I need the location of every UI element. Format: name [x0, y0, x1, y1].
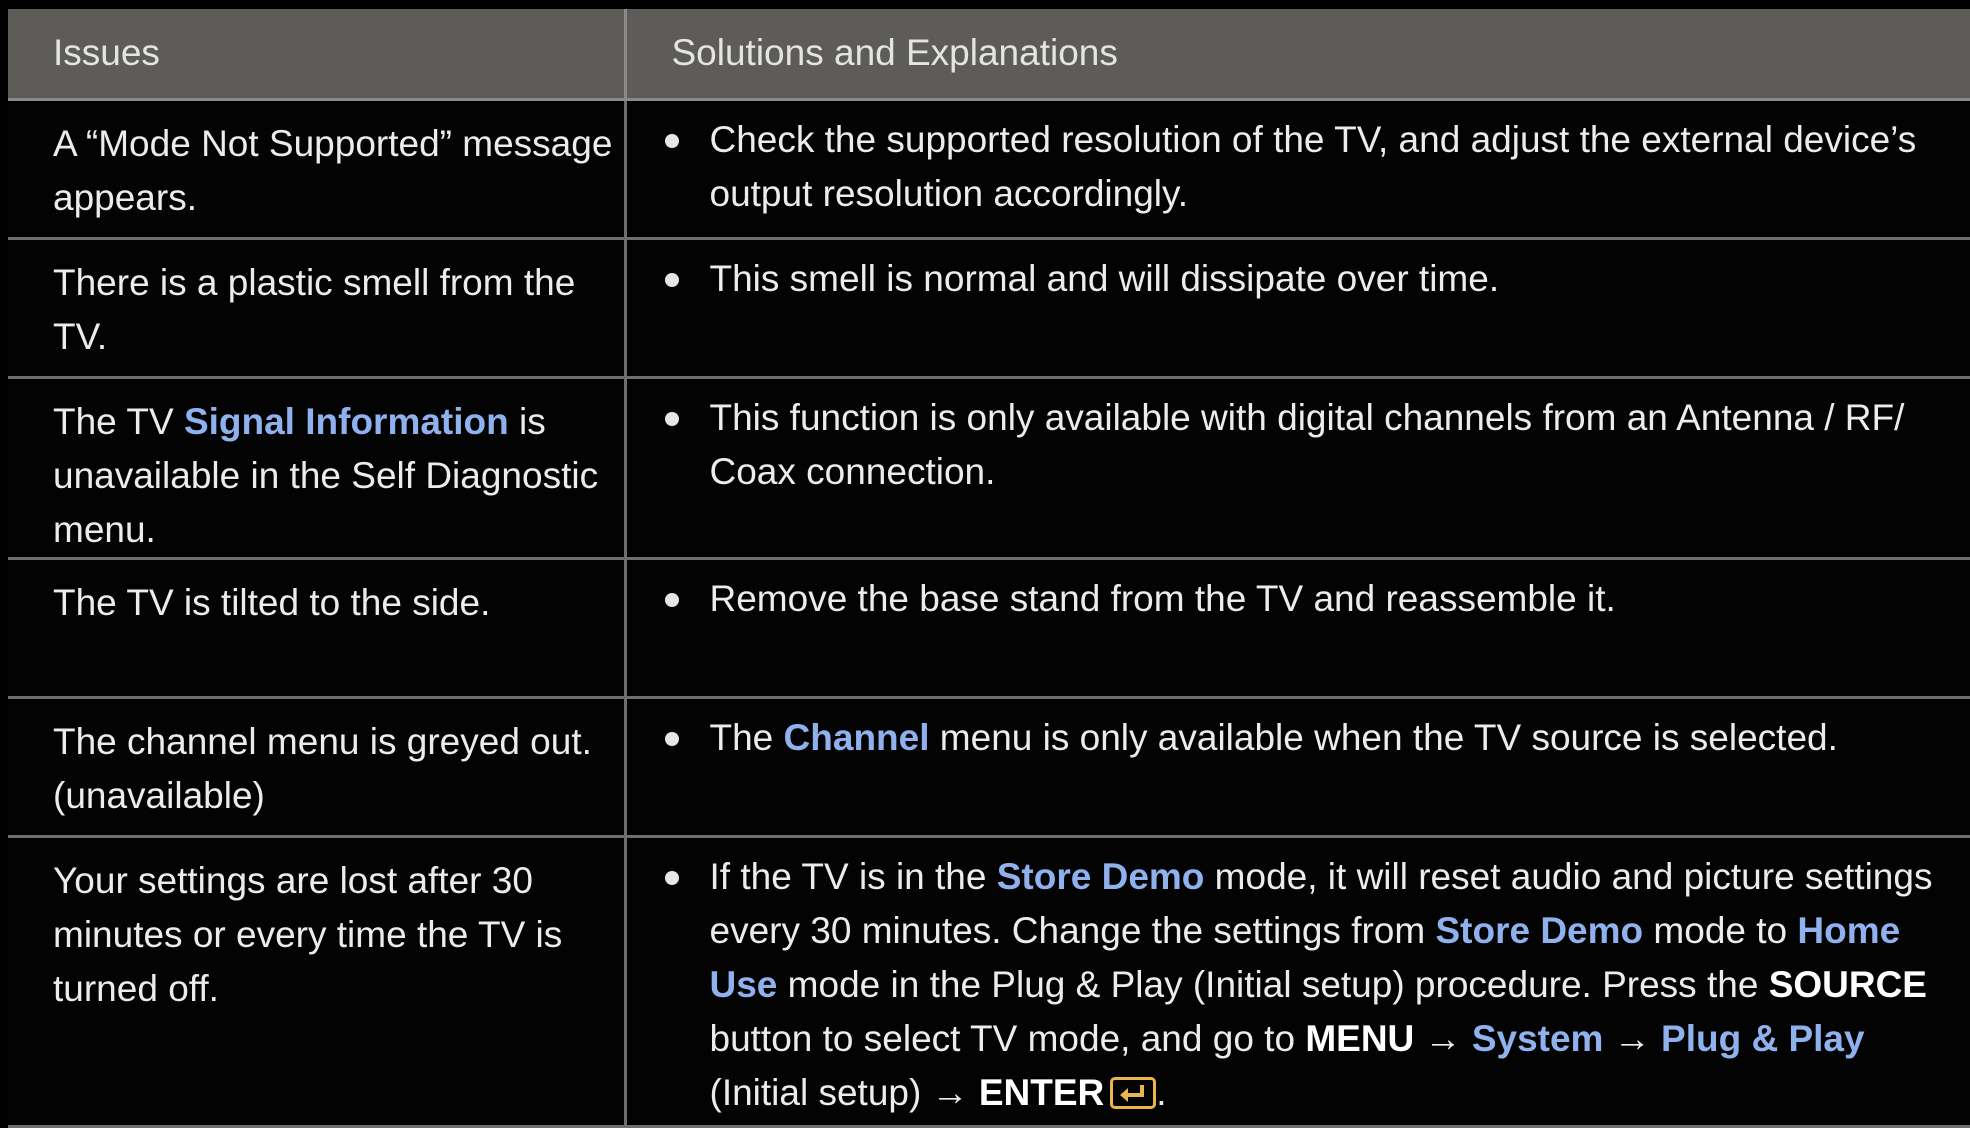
solution-text: If the TV is in the: [709, 855, 997, 897]
bullet-icon: [664, 411, 679, 426]
solution-cell: Remove the base stand from the TV and re…: [625, 558, 1970, 699]
solution-cell: This smell is normal and will dissipate …: [625, 238, 1970, 379]
solution-cell: The Channel menu is only available when …: [625, 697, 1970, 838]
solution-item: The Channel menu is only available when …: [664, 711, 1961, 765]
solution-item: Remove the base stand from the TV and re…: [664, 572, 1961, 626]
issue-cell: There is a plastic smell from the TV.: [8, 238, 627, 379]
solution-text: This function is only available with dig…: [709, 396, 1905, 492]
arrow-text: →: [1603, 1017, 1662, 1059]
enter-label: ENTER: [978, 1071, 1105, 1113]
table-row: There is a plastic smell from the TV. Th…: [8, 238, 1970, 379]
solution-item: Check the supported resolution of the TV…: [664, 113, 1961, 221]
system-highlight: System: [1471, 1017, 1604, 1059]
solution-text: This smell is normal and will dissipate …: [709, 257, 1500, 299]
source-button-label: SOURCE: [1768, 963, 1927, 1005]
solution-item: This function is only available with dig…: [664, 391, 1961, 499]
solution-text: (Initial setup) →: [709, 1071, 979, 1113]
plug-and-play-highlight: Plug & Play: [1661, 1017, 1865, 1059]
solution-cell: Check the supported resolution of the TV…: [625, 99, 1970, 240]
issue-cell: The TV Signal Information is unavailable…: [8, 377, 627, 560]
store-demo-highlight: Store Demo: [996, 855, 1205, 897]
solution-text: Check the supported resolution of the TV…: [709, 118, 1917, 214]
top-rule: [0, 0, 1970, 9]
issue-text: The TV: [53, 400, 184, 442]
solution-cell: If the TV is in the Store Demo mode, it …: [625, 836, 1970, 1128]
issues-header: Issues: [8, 9, 627, 101]
solution-text: button to select TV mode, and go to: [709, 1017, 1306, 1059]
issue-cell: Your settings are lost after 30 minutes …: [8, 836, 627, 1128]
solution-text: The: [709, 716, 784, 758]
signal-information-highlight: Signal Information: [183, 400, 509, 442]
arrow-text: →: [1414, 1017, 1472, 1059]
bullet-icon: [664, 133, 679, 148]
channel-highlight: Channel: [783, 716, 930, 758]
store-demo-highlight: Store Demo: [1435, 909, 1644, 951]
solution-item: This smell is normal and will dissipate …: [664, 252, 1961, 306]
table-header-row: Issues Solutions and Explanations: [8, 9, 1970, 101]
solution-text: mode in the Plug & Play (Initial setup) …: [777, 963, 1769, 1005]
solution-text: .: [1156, 1071, 1167, 1113]
bullet-icon: [664, 870, 679, 885]
table-row: Your settings are lost after 30 minutes …: [8, 836, 1970, 1128]
bullet-icon: [664, 592, 679, 607]
issue-cell: A “Mode Not Supported” message appears.: [8, 99, 627, 240]
solution-text: Remove the base stand from the TV and re…: [709, 577, 1616, 619]
solution-cell: This function is only available with dig…: [625, 377, 1970, 560]
table-row: The TV is tilted to the side. Remove the…: [8, 558, 1970, 699]
solution-text: menu is only available when the TV sourc…: [929, 716, 1838, 758]
menu-label: MENU: [1305, 1017, 1415, 1059]
table-row: The channel menu is greyed out. (unavail…: [8, 697, 1970, 838]
enter-icon: [1110, 1076, 1157, 1109]
table-row: A “Mode Not Supported” message appears. …: [8, 99, 1970, 240]
bullet-icon: [664, 272, 679, 287]
issue-cell: The channel menu is greyed out. (unavail…: [8, 697, 627, 838]
table-row: The TV Signal Information is unavailable…: [8, 377, 1970, 560]
solution-text: mode to: [1643, 909, 1798, 951]
issue-cell: The TV is tilted to the side.: [8, 558, 627, 699]
troubleshooting-table: Issues Solutions and Explanations A “Mod…: [8, 9, 1970, 1128]
solution-item: If the TV is in the Store Demo mode, it …: [664, 850, 1961, 1120]
bullet-icon: [664, 731, 679, 746]
solutions-header: Solutions and Explanations: [625, 9, 1970, 101]
